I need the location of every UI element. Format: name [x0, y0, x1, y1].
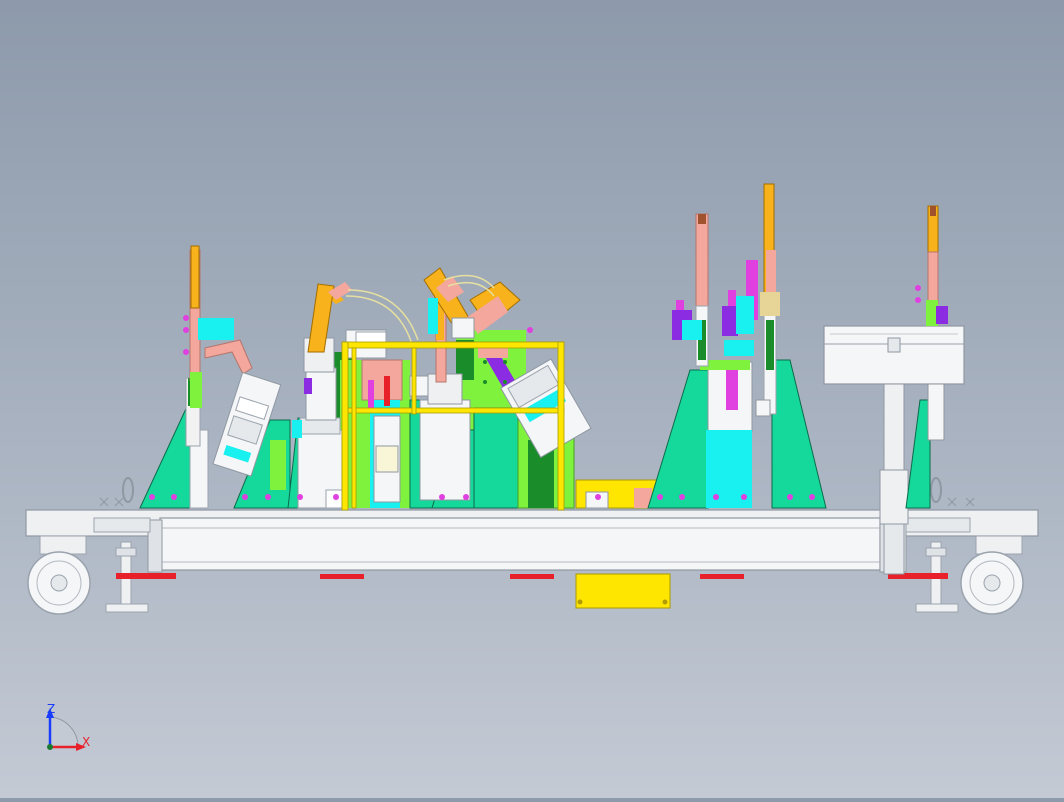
red-locating-pads	[116, 573, 948, 579]
yellow-nameplate	[575, 573, 671, 609]
coordinate-triad: Z X	[46, 702, 90, 751]
triad-z-label: Z	[47, 702, 55, 716]
sensor-box-center	[575, 479, 659, 509]
fixture-assembly-view: Z X	[25, 183, 1039, 751]
caster-wheel-left	[27, 535, 91, 615]
cad-viewport[interactable]: Z X	[0, 0, 1064, 798]
clamp-station-left	[139, 245, 291, 509]
clamp-station-right-center	[647, 183, 827, 509]
caster-wheel-right	[960, 535, 1024, 615]
triad-x-label: X	[82, 735, 90, 749]
